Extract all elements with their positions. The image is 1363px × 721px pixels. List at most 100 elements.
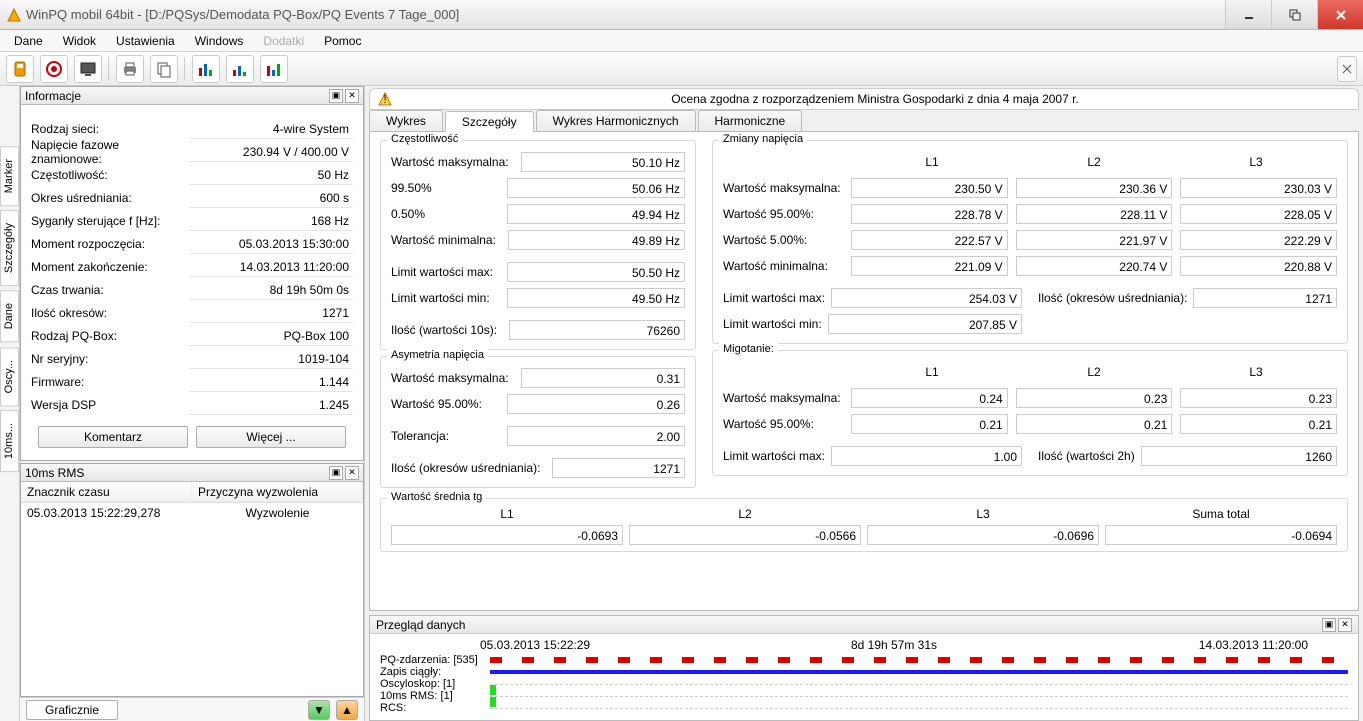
svg-text:!: ! xyxy=(383,92,386,106)
arrow-down-button[interactable]: ▼ xyxy=(308,700,330,720)
flicker-value: 0.21 xyxy=(1180,414,1337,434)
sidetab-szczegoly[interactable]: Szczegóły xyxy=(0,210,19,286)
info-row: Nr seryjny:1019-104 xyxy=(31,347,353,370)
info-panel: Informacje ▣ ✕ Rodzaj sieci:4-wire Syste… xyxy=(20,86,364,461)
track-line[interactable] xyxy=(490,657,1348,663)
more-button[interactable]: Więcej ... xyxy=(196,426,346,448)
close-button[interactable] xyxy=(1317,0,1363,29)
info-panel-title: Informacje xyxy=(25,89,81,103)
voltage-row: Wartość maksymalna:230.50 V230.36 V230.0… xyxy=(723,175,1337,201)
asym-value: 1271 xyxy=(552,458,685,478)
toolbar-copy-icon[interactable] xyxy=(150,55,178,83)
panel-pin-button[interactable]: ▣ xyxy=(329,89,343,103)
freq-row: Wartość maksymalna:50.10 Hz xyxy=(391,149,685,175)
tg-col-sum: Suma total xyxy=(1105,507,1337,521)
flicker-row: Wartość 95.00%:0.210.210.21 xyxy=(723,411,1337,437)
arrow-up-button[interactable]: ▲ xyxy=(336,700,358,720)
rms-col-reason[interactable]: Przyczyna wyzwolenia xyxy=(192,482,363,502)
tab-szczegoly[interactable]: Szczegóły xyxy=(445,111,534,132)
group-tg: Wartość średnia tg L1 L2 L3 Suma total -… xyxy=(380,498,1348,552)
track-line[interactable] xyxy=(490,684,1348,685)
rms-panel-title: 10ms RMS xyxy=(25,466,84,480)
toolbar xyxy=(0,52,1363,86)
toolbar-record-icon[interactable] xyxy=(40,55,68,83)
rms-panel: 10ms RMS ▣ ✕ Znacznik czasu Przyczyna wy… xyxy=(20,463,364,697)
voltage-value: 230.36 V xyxy=(1016,178,1173,198)
track-pq-events: PQ-zdarzenia: [535] xyxy=(380,654,490,666)
tab-harmoniczne[interactable]: Harmoniczne xyxy=(698,110,803,131)
voltage-value: 228.05 V xyxy=(1180,204,1337,224)
limit-max-value: 254.03 V xyxy=(831,288,1022,308)
panel-close-button[interactable]: ✕ xyxy=(1338,618,1352,632)
panel-pin-button[interactable]: ▣ xyxy=(329,466,343,480)
info-value: 230.94 V / 400.00 V xyxy=(189,142,353,162)
freq-row: 99.50%50.06 Hz xyxy=(391,175,685,201)
info-value: PQ-Box 100 xyxy=(189,326,353,346)
tab-wykres-harmonicznych[interactable]: Wykres Harmonicznych xyxy=(536,110,696,131)
tg-val-l2: -0.0566 xyxy=(629,525,861,545)
asym-label: Wartość maksymalna: xyxy=(391,371,509,385)
info-value: 50 Hz xyxy=(189,165,353,185)
group-title: Częstotliwość xyxy=(387,133,462,145)
track-line[interactable] xyxy=(490,696,1348,697)
toolbar-chart1-icon[interactable] xyxy=(192,55,220,83)
maximize-button[interactable] xyxy=(1271,0,1317,29)
menu-pomoc[interactable]: Pomoc xyxy=(316,32,369,50)
track-line[interactable] xyxy=(490,670,1348,674)
col-l1: L1 xyxy=(851,365,1013,379)
tab-wykres[interactable]: Wykres xyxy=(369,110,443,131)
flicker-limit-value: 1.00 xyxy=(831,446,1022,466)
info-row: Moment zakończenie:14.03.2013 11:20:00 xyxy=(31,255,353,278)
rms-row[interactable]: 05.03.2013 15:22:29,278 Wyzwolenie xyxy=(21,503,363,523)
comment-button[interactable]: Komentarz xyxy=(38,426,188,448)
panel-close-button[interactable]: ✕ xyxy=(345,466,359,480)
toolbar-panel-close[interactable] xyxy=(1337,56,1357,82)
sidetab-10ms[interactable]: 10ms... xyxy=(0,410,19,472)
info-label: Czas trwania: xyxy=(31,283,189,297)
toolbar-print-icon[interactable] xyxy=(116,55,144,83)
col-l2: L2 xyxy=(1013,155,1175,169)
info-label: Wersja DSP xyxy=(31,398,189,412)
info-value: 4-wire System xyxy=(189,119,353,139)
info-row: Wersja DSP1.245 xyxy=(31,393,353,416)
minimize-button[interactable] xyxy=(1225,0,1271,29)
info-label: Rodzaj PQ-Box: xyxy=(31,329,189,343)
panel-pin-button[interactable]: ▣ xyxy=(1322,618,1336,632)
voltage-label: Wartość maksymalna: xyxy=(723,181,843,195)
window-title: WinPQ mobil 64bit - [D:/PQSys/Demodata P… xyxy=(26,7,1225,22)
voltage-value: 220.88 V xyxy=(1180,256,1337,276)
panel-close-button[interactable]: ✕ xyxy=(345,89,359,103)
menu-windows[interactable]: Windows xyxy=(187,32,252,50)
sidetab-marker[interactable]: Marker xyxy=(0,146,19,206)
flicker-label: Wartość 95.00%: xyxy=(723,417,843,431)
track-line[interactable] xyxy=(490,708,1348,709)
info-label: Okres uśredniania: xyxy=(31,191,189,205)
sidetab-dane[interactable]: Dane xyxy=(0,290,19,342)
voltage-row: Wartość minimalna:221.09 V220.74 V220.88… xyxy=(723,253,1337,279)
info-value: 14.03.2013 11:20:00 xyxy=(189,257,353,277)
menu-ustawienia[interactable]: Ustawienia xyxy=(108,32,183,50)
sidetab-oscy[interactable]: Oscy... xyxy=(0,347,19,406)
asym-row: Wartość 95.00%:0.26 xyxy=(391,391,685,417)
info-label: Firmware: xyxy=(31,375,189,389)
menu-dodatki[interactable]: Dodatki xyxy=(255,32,312,50)
toolbar-chart2-icon[interactable] xyxy=(226,55,254,83)
toolbar-monitor-icon[interactable] xyxy=(74,55,102,83)
tg-val-sum: -0.0694 xyxy=(1105,525,1337,545)
menu-widok[interactable]: Widok xyxy=(55,32,104,50)
group-title: Zmiany napięcia xyxy=(719,133,807,145)
toolbar-chart3-icon[interactable] xyxy=(260,55,288,83)
overview-end: 14.03.2013 11:20:00 xyxy=(1032,638,1308,652)
voltage-label: Wartość minimalna: xyxy=(723,259,843,273)
graph-button[interactable]: Graficznie xyxy=(26,700,118,720)
menu-dane[interactable]: Dane xyxy=(6,32,51,50)
toolbar-device-icon[interactable] xyxy=(6,55,34,83)
flicker-limit-label: Limit wartości max: xyxy=(723,449,825,463)
rms-col-time[interactable]: Znacznik czasu xyxy=(21,482,192,502)
menubar: Dane Widok Ustawienia Windows Dodatki Po… xyxy=(0,30,1363,52)
group-title: Migotanie: xyxy=(719,343,778,355)
freq-row: 0.50%49.94 Hz xyxy=(391,201,685,227)
asym-row: Tolerancja:2.00 xyxy=(391,423,685,449)
tg-col-l3: L3 xyxy=(867,507,1099,521)
info-row: Moment rozpoczęcia:05.03.2013 15:30:00 xyxy=(31,232,353,255)
